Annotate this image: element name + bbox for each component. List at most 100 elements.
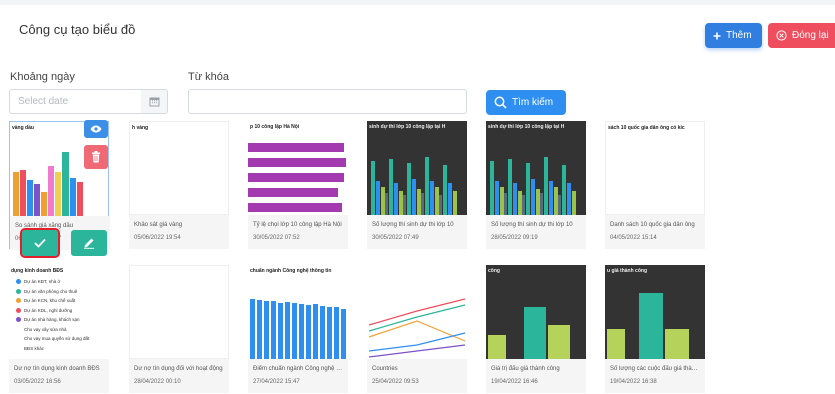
chart-thumbnail: sinh dự thi lớp 10 công lập tại H xyxy=(367,121,467,215)
bar-chart-preview xyxy=(250,299,346,359)
card-name: Khảo sát giá vàng xyxy=(134,222,183,228)
chart-card[interactable]: p 10 công lập Hà Nội Tỷ lệ chọi lớp 10 c… xyxy=(248,121,348,249)
legend-item: Dự án KCN, khu chế xuất xyxy=(16,296,89,306)
legend-dot xyxy=(16,279,21,285)
legend-item: Dự án văn phòng cho thuê xyxy=(16,287,89,297)
close-circle-icon xyxy=(776,30,787,41)
legend-label: Dự án KĐT, nhà ở xyxy=(24,279,61,284)
chart-thumbnail: u giá thành công xyxy=(605,265,705,359)
page-title: Công cụ tạo biểu đồ xyxy=(19,22,136,37)
view-button[interactable] xyxy=(84,120,108,138)
thumbnail-title: công xyxy=(488,268,500,274)
chart-thumbnail: sinh dự thi lớp 10 công lập tại H xyxy=(486,121,586,215)
card-date: 19/04/2022 16:38 xyxy=(610,379,657,385)
date-range-label: Khoảng ngày xyxy=(10,71,75,83)
top-divider xyxy=(0,0,835,5)
legend-dot xyxy=(16,288,21,294)
close-button-label: Đóng lại xyxy=(792,30,829,41)
legend-label: Dự án KDL, nghỉ dưỡng xyxy=(24,307,73,313)
select-button[interactable] xyxy=(20,228,60,258)
card-info: Dư nợ tín dụng kinh doanh BĐS 03/05/2022… xyxy=(9,359,109,393)
legend-dot xyxy=(16,298,21,304)
legend-item: Dự án nhà hàng, khách sạn xyxy=(16,315,89,325)
chart-thumbnail: p 10 công lập Hà Nội xyxy=(248,121,348,215)
trash-icon xyxy=(92,151,100,163)
legend-dot xyxy=(16,346,21,351)
chart-card[interactable]: sinh dự thi lớp 10 công lập tại H Số lượ… xyxy=(367,121,467,249)
card-info: Countries 25/04/2022 09:53 xyxy=(367,359,467,393)
legend-label: Dự án nhà hàng, khách sạn xyxy=(24,317,80,322)
chart-card[interactable]: Countries 25/04/2022 09:53 xyxy=(367,265,467,393)
edit-button[interactable] xyxy=(71,230,107,256)
search-icon xyxy=(494,96,507,109)
card-date: 30/05/2022 07:52 xyxy=(253,235,300,241)
card-date: 28/05/2022 09:19 xyxy=(491,235,538,241)
legend-label: Dự án KCN, khu chế xuất xyxy=(24,298,76,303)
card-info: Tỷ lệ chọi lớp 10 công lập Hà Nội 30/05/… xyxy=(248,215,348,249)
keyword-input[interactable] xyxy=(188,89,467,114)
legend-label: Dự án văn phòng cho thuê xyxy=(24,288,78,294)
card-name: Số lượng thí sinh dự thi lớp 10 xyxy=(491,222,573,228)
chart-card[interactable]: công Giá trị đấu giá thành công 19/04/20… xyxy=(486,265,586,393)
thumbnail-title: sinh dự thi lớp 10 công lập tại H xyxy=(488,124,565,130)
eye-icon xyxy=(90,125,102,133)
calendar-icon xyxy=(149,97,159,107)
legend-item: Cho vay xây sửa nhà xyxy=(16,325,89,335)
card-name: Số lượng thí sinh dự thi lớp 10 xyxy=(372,222,454,228)
card-date: 30/05/2022 07:49 xyxy=(372,235,419,241)
bar-chart-preview xyxy=(488,307,570,359)
legend-dot xyxy=(16,336,21,341)
search-button-label: Tìm kiếm xyxy=(512,97,554,108)
legend-item: Dự án KĐT, nhà ở xyxy=(16,277,89,287)
card-date: 03/05/2022 16:56 xyxy=(14,379,61,385)
chart-card[interactable]: chuẩn ngành Công nghệ thông tin Điểm chu… xyxy=(248,265,348,393)
legend-dot xyxy=(16,317,21,323)
thumbnail-title: dụng kinh doanh BĐS xyxy=(11,268,64,274)
line-chart-preview xyxy=(368,298,466,358)
chart-card[interactable]: u giá thành công Số lượng các cuộc đấu g… xyxy=(605,265,705,393)
card-name: Số lượng các cuộc đấu giá thành công xyxy=(610,366,700,372)
bar-chart-preview xyxy=(371,157,457,215)
legend-label: BĐS khác xyxy=(24,345,45,351)
delete-button[interactable] xyxy=(84,145,108,169)
legend-label: Cho vay mua quyền sử dụng đất xyxy=(24,336,90,341)
legend-item: Cho vay mua quyền sử dụng đất xyxy=(16,334,89,344)
card-name: Tỷ lệ chọi lớp 10 công lập Hà Nội xyxy=(253,222,342,228)
card-date: 05/06/2022 19:54 xyxy=(134,235,181,241)
chart-card[interactable]: sách 10 quốc gia dân ông có kic Danh sác… xyxy=(605,121,705,249)
chart-thumbnail: dụng kinh doanh BĐS Dự án KĐT, nhà ở Dự … xyxy=(9,265,109,359)
edit-icon xyxy=(84,238,94,249)
legend-dot xyxy=(16,307,21,313)
card-date: 28/04/2022 00:10 xyxy=(134,379,181,385)
chart-thumbnail xyxy=(367,265,467,359)
add-button-label: Thêm xyxy=(726,30,752,41)
chart-card[interactable]: dụng kinh doanh BĐS Dự án KĐT, nhà ở Dự … xyxy=(9,265,109,393)
legend-item: BĐS khác xyxy=(16,344,89,354)
card-info: Số lượng thí sinh dự thi lớp 10 30/05/20… xyxy=(367,215,467,249)
card-name: Điểm chuẩn ngành Công nghệ thông tin xyxy=(253,366,343,372)
bar-chart-preview xyxy=(490,157,576,215)
chart-thumbnail xyxy=(129,265,229,359)
search-button[interactable]: Tìm kiếm xyxy=(486,90,566,115)
close-button[interactable]: Đóng lại xyxy=(768,23,835,48)
card-info: Điểm chuẩn ngành Công nghệ thông tin 27/… xyxy=(248,359,348,393)
date-range-input[interactable] xyxy=(9,89,142,114)
card-name: Dư nợ tín dụng kinh doanh BĐS xyxy=(14,366,100,372)
card-name: Countries xyxy=(372,366,398,372)
calendar-button[interactable] xyxy=(141,89,168,114)
legend-dot xyxy=(16,327,21,332)
chart-thumbnail: sách 10 quốc gia dân ông có kic xyxy=(605,121,705,215)
chart-card[interactable]: Dư nợ tín dụng đối với hoạt động 28/04/2… xyxy=(129,265,229,393)
thumbnail-title: sinh dự thi lớp 10 công lập tại H xyxy=(369,124,446,130)
thumbnail-title: chuẩn ngành Công nghệ thông tin xyxy=(250,268,332,274)
card-name: Giá trị đấu giá thành công xyxy=(491,366,560,372)
card-info: Danh sách 10 quốc gia dân ông 04/05/2022… xyxy=(605,215,705,249)
plus-icon xyxy=(713,32,721,39)
thumbnail-title: u giá thành công xyxy=(607,268,647,274)
legend: Dự án KĐT, nhà ở Dự án văn phòng cho thu… xyxy=(16,277,89,353)
bar-chart-preview xyxy=(607,293,689,359)
chart-card[interactable]: h vàng Khảo sát giá vàng 05/06/2022 19:5… xyxy=(129,121,229,249)
chart-card[interactable]: sinh dự thi lớp 10 công lập tại H Số lượ… xyxy=(486,121,586,249)
card-name: Dư nợ tín dụng đối với hoạt động xyxy=(134,366,223,372)
add-button[interactable]: Thêm xyxy=(705,23,762,48)
